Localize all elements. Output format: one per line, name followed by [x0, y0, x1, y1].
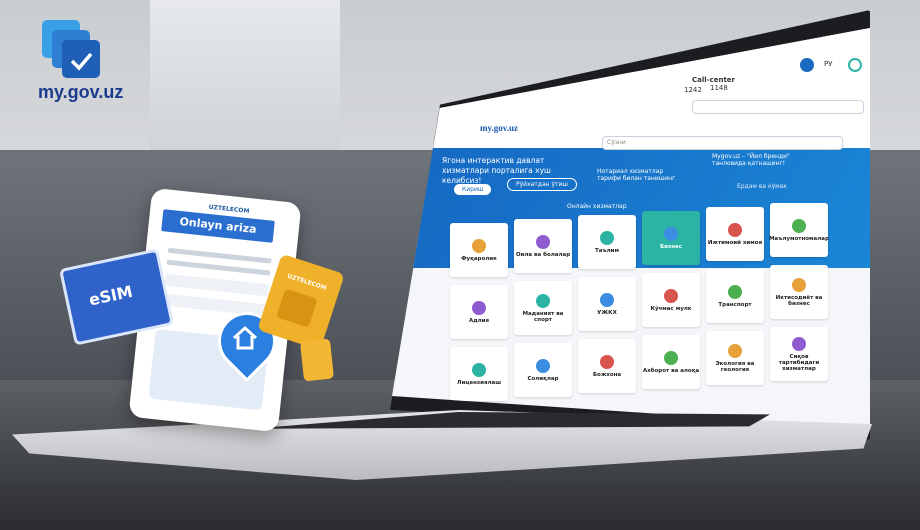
service-label: Лицензиялаш: [456, 379, 502, 386]
service-icon: [664, 288, 678, 303]
header-search-input[interactable]: [692, 100, 864, 114]
promo-1[interactable]: Нотариал хизматлар тарифи билан танишинг: [597, 168, 687, 182]
call-center-number-1[interactable]: 1242: [684, 86, 702, 94]
service-tile[interactable]: Таълим: [578, 215, 636, 269]
service-label: Ахборот ва алоқа: [642, 367, 700, 374]
service-label: Маданият ва спорт: [522, 310, 564, 323]
service-icon: [600, 354, 614, 369]
service-tile[interactable]: УЖКХ: [578, 277, 636, 331]
service-label: Фуқаролик: [461, 255, 497, 262]
service-label: Бизнес: [659, 243, 683, 250]
tab-sport[interactable]: Спорт: [492, 216, 511, 223]
sim-chip: [276, 288, 318, 328]
service-tile[interactable]: Божхона: [578, 339, 636, 393]
service-label: УЖКХ: [597, 309, 617, 316]
phone-form-line: [166, 259, 271, 276]
service-tile[interactable]: Ахборот ва алоқа: [642, 335, 700, 389]
service-icon: [792, 218, 806, 233]
service-icon: [728, 343, 742, 358]
service-icon: [600, 230, 614, 245]
promo-2[interactable]: Mygov.uz – "Йил бренди" танловида қатнаш…: [712, 153, 802, 167]
service-icon: [664, 350, 678, 365]
service-label: Адлия: [468, 317, 490, 324]
service-label: Кўчмас мулк: [650, 305, 692, 312]
background-window: [150, 0, 340, 150]
service-icon: [536, 293, 550, 308]
help-link[interactable]: Ердам ва кўмак: [737, 183, 787, 190]
sim-brand: UZTELECOM: [286, 272, 328, 292]
phone-form-field: [164, 273, 269, 297]
service-label: Маълумотномалар: [769, 235, 829, 242]
services-grid: Фуқаролик Оила ва болалар Таълим Бизнес Ижти…: [450, 203, 870, 428]
house-icon: [232, 325, 258, 350]
service-label: Солиқлар: [527, 375, 559, 382]
service-label: Оила ва болалар: [515, 251, 571, 258]
service-icon: [536, 358, 550, 373]
service-tile[interactable]: Маданият ва спорт: [514, 281, 572, 335]
call-center-label: Call-center: [692, 76, 735, 84]
service-tile[interactable]: Иктисодиёт ва бизнес: [770, 265, 828, 319]
register-button[interactable]: Рўйхатдан ўтиш: [507, 178, 577, 191]
micro-sim-card: [299, 338, 335, 382]
service-tile[interactable]: Бизнес: [642, 211, 700, 265]
service-label: Ижтимоий химоя: [707, 239, 763, 246]
service-tile[interactable]: Кўчмас мулк: [642, 273, 700, 327]
service-label: Транспорт: [718, 301, 752, 308]
service-tile[interactable]: Фуқаролик: [450, 223, 508, 277]
service-icon: [472, 238, 486, 253]
service-tile[interactable]: Маълумотномалар: [769, 203, 829, 257]
service-icon: [792, 336, 806, 351]
service-label: Сиқов тартибидаги хизматлар: [778, 353, 820, 372]
service-icon: [536, 234, 550, 249]
service-tile[interactable]: Солиқлар: [514, 343, 572, 397]
service-icon: [472, 362, 486, 377]
service-icon: [600, 292, 614, 307]
login-button[interactable]: Кириш: [454, 184, 492, 195]
call-center-number-2[interactable]: 1148: [710, 84, 728, 92]
service-tile[interactable]: Экология ва геология: [706, 331, 764, 385]
service-tile[interactable]: Сиқов тартибидаги хизматлар: [770, 327, 828, 381]
site-logo[interactable]: my.gov.uz: [480, 123, 518, 133]
service-label: Иктисодиёт ва бизнес: [775, 294, 823, 307]
service-icon: [728, 284, 742, 299]
service-label: Божхона: [592, 371, 622, 378]
service-tile[interactable]: Лицензиялаш: [450, 347, 508, 401]
esim-label: eSIM: [87, 281, 135, 310]
logo-text: my.gov.uz: [38, 82, 124, 102]
tab-online-services[interactable]: Онлайн хизматлар: [567, 203, 627, 210]
service-tile[interactable]: Ижтимоий химоя: [706, 207, 764, 261]
service-icon: [792, 277, 806, 292]
service-icon: [664, 226, 678, 241]
dark-mode-toggle[interactable]: [800, 58, 814, 72]
site-header: [392, 28, 870, 148]
service-tile[interactable]: Адлия: [450, 285, 508, 339]
service-tile[interactable]: Транспорт: [706, 269, 764, 323]
laptop-screen: Call-center 1242 1148 РУ my.gov.uz Ягона…: [392, 28, 870, 428]
service-icon: [472, 300, 486, 315]
language-selector[interactable]: РУ: [824, 60, 833, 68]
checkmark-icon: [70, 52, 93, 71]
accessibility-eye-icon[interactable]: [848, 58, 862, 72]
service-tile[interactable]: Оила ва болалар: [514, 219, 572, 273]
hero-search-input[interactable]: Сўзни: [602, 136, 843, 150]
phone-brand: UZTELECOM: [208, 203, 250, 216]
service-label: Таълим: [595, 247, 619, 254]
service-icon: [728, 222, 742, 237]
service-label: Экология ва геология: [715, 360, 755, 373]
